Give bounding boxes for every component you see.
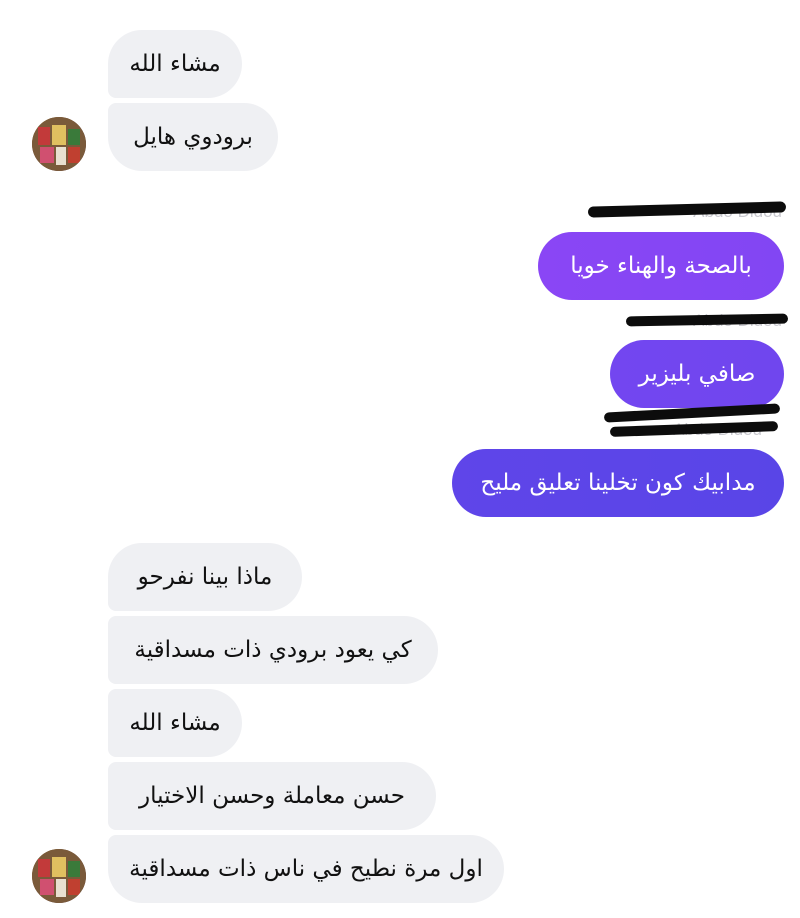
chat-thread: مشاء الله برودوي هايل Abdo Didou بالصحة … xyxy=(0,0,800,918)
message-text: برودوي هايل xyxy=(133,123,253,150)
message-text: صافي بليزير xyxy=(638,360,756,387)
message-text: حسن معاملة وحسن الاختيار xyxy=(139,782,405,809)
message-text: كي يعود برودي ذات مسداقية xyxy=(134,636,412,663)
incoming-message[interactable]: حسن معاملة وحسن الاختيار xyxy=(108,762,436,830)
profile-photo-icon xyxy=(32,117,86,171)
avatar[interactable] xyxy=(32,117,86,171)
message-text: مدابيك كون تخلينا تعليق مليح xyxy=(480,469,756,496)
message-text: مشاء الله xyxy=(129,709,221,736)
incoming-message[interactable]: ماذا بينا نفرحو xyxy=(108,543,302,611)
incoming-message[interactable]: اول مرة نطيح في ناس ذات مسداقية xyxy=(108,835,504,903)
message-text: اول مرة نطيح في ناس ذات مسداقية xyxy=(129,855,483,882)
incoming-message[interactable]: برودوي هايل xyxy=(108,103,278,171)
avatar[interactable] xyxy=(32,849,86,903)
incoming-message[interactable]: مشاء الله xyxy=(108,30,242,98)
incoming-message[interactable]: مشاء الله xyxy=(108,689,242,757)
outgoing-message[interactable]: بالصحة والهناء خويا xyxy=(538,232,784,300)
message-text: بالصحة والهناء خويا xyxy=(570,252,752,279)
message-text: مشاء الله xyxy=(129,50,221,77)
outgoing-message[interactable]: مدابيك كون تخلينا تعليق مليح xyxy=(452,449,784,517)
profile-photo-icon xyxy=(32,849,86,903)
outgoing-message[interactable]: صافي بليزير xyxy=(610,340,784,408)
message-text: ماذا بينا نفرحو xyxy=(137,563,273,590)
incoming-message[interactable]: كي يعود برودي ذات مسداقية xyxy=(108,616,438,684)
